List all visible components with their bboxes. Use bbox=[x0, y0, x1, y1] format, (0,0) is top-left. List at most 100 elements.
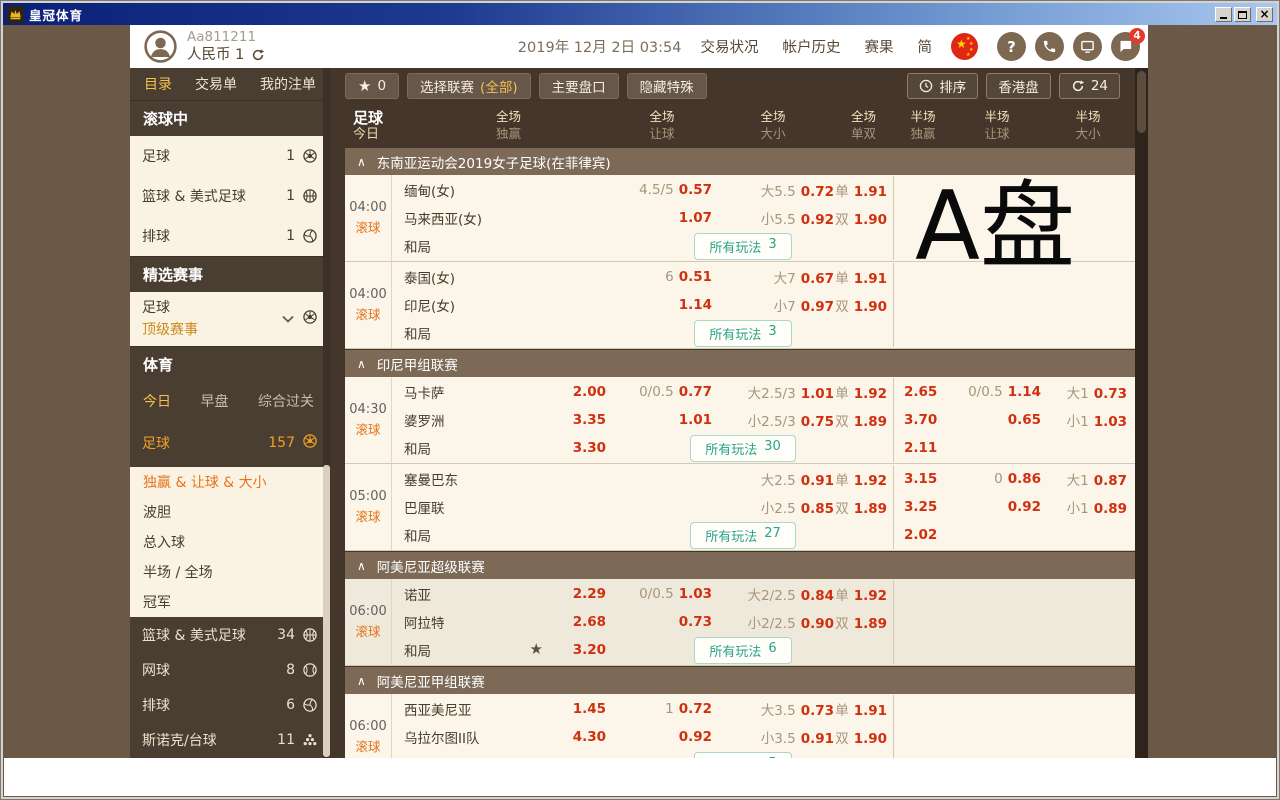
odds-fulltime-win[interactable]: 2.68 bbox=[557, 614, 612, 630]
sports-tab[interactable]: 今日 bbox=[143, 391, 171, 411]
odds-fulltime-oddeven[interactable]: 单1.91 bbox=[834, 180, 893, 200]
phone-icon[interactable] bbox=[1035, 32, 1064, 61]
odds-fulltime-overunder[interactable]: 小2.5/30.75 bbox=[712, 410, 834, 430]
header-nav-link[interactable]: 简 bbox=[918, 36, 933, 57]
odds-halftime-overunder[interactable]: 小11.03 bbox=[1041, 410, 1135, 430]
chat-icon[interactable]: 4 bbox=[1111, 32, 1140, 61]
sidebar-sport-item[interactable]: 网球8 bbox=[130, 652, 330, 687]
odds-fulltime-oddeven[interactable]: 单1.91 bbox=[834, 699, 893, 719]
sidebar-tab[interactable]: 交易单 bbox=[195, 74, 237, 94]
all-plays-button[interactable]: 所有玩法3 bbox=[694, 233, 791, 260]
sports-tab[interactable]: 综合过关 bbox=[258, 391, 314, 411]
odds-fulltime-overunder[interactable]: 大5.50.72 bbox=[712, 180, 834, 200]
collapse-icon[interactable]: ∧ bbox=[357, 674, 366, 688]
language-flag-icon[interactable]: ★ ★ ★ ★ ★ bbox=[951, 33, 978, 60]
odds-halftime-handicap[interactable]: 0/0.51.14 bbox=[953, 384, 1041, 400]
odds-fulltime-overunder[interactable]: 大2.50.91 bbox=[712, 469, 834, 489]
collapse-icon[interactable]: ∧ bbox=[357, 155, 366, 169]
all-plays-button[interactable]: 所有玩法3 bbox=[694, 320, 791, 347]
odds-fulltime-handicap[interactable]: 4.5/50.57 bbox=[612, 182, 712, 198]
odds-fulltime-handicap[interactable]: 1.07 bbox=[612, 210, 712, 226]
odds-halftime-win[interactable]: 3.25 bbox=[893, 493, 953, 521]
odds-fulltime-overunder[interactable]: 大70.67 bbox=[712, 267, 834, 287]
odds-fulltime-handicap[interactable]: 0/0.51.03 bbox=[612, 586, 712, 602]
sidebar-sport-item[interactable]: 篮球 & 美式足球34 bbox=[130, 617, 330, 652]
all-plays-button[interactable]: 所有玩法30 bbox=[690, 435, 796, 462]
odds-fulltime-overunder[interactable]: 小3.50.91 bbox=[712, 727, 834, 747]
odds-fulltime-handicap[interactable]: 10.72 bbox=[612, 701, 712, 717]
header-nav-link[interactable]: 帐户历史 bbox=[783, 36, 841, 57]
odds-fulltime-overunder[interactable]: 大3.50.73 bbox=[712, 699, 834, 719]
odds-halftime-win[interactable]: 3.15 bbox=[893, 465, 953, 493]
sidebar-scrollbar-thumb[interactable] bbox=[323, 465, 330, 757]
sidebar-sport-item[interactable]: 斯诺克/台球11 bbox=[130, 722, 330, 757]
odds-fulltime-oddeven[interactable]: 双1.90 bbox=[834, 295, 893, 315]
odds-halftime-handicap[interactable]: 0.65 bbox=[953, 412, 1041, 428]
league-header[interactable]: ∧阿美尼亚甲组联赛 bbox=[345, 667, 1135, 694]
odds-fulltime-oddeven[interactable]: 单1.92 bbox=[834, 584, 893, 604]
featured-league-item[interactable]: 足球 顶级赛事 bbox=[130, 292, 330, 346]
sort-button[interactable]: 排序 bbox=[907, 73, 978, 99]
odds-halftime-win[interactable]: 3.70 bbox=[893, 406, 953, 434]
odds-fulltime-overunder[interactable]: 小5.50.92 bbox=[712, 208, 834, 228]
odds-fulltime-win[interactable]: 2.29 bbox=[557, 586, 612, 602]
header-nav-link[interactable]: 赛果 bbox=[865, 36, 894, 57]
odds-fulltime-handicap[interactable]: 1.01 bbox=[612, 412, 712, 428]
odds-fulltime-oddeven[interactable]: 双1.90 bbox=[834, 208, 893, 228]
board-scrollbar-thumb[interactable] bbox=[1137, 71, 1146, 133]
odds-fulltime-oddeven[interactable]: 单1.92 bbox=[834, 382, 893, 402]
bet-type-item[interactable]: 半场 / 全场 bbox=[130, 557, 330, 587]
odds-halftime-overunder[interactable]: 大10.87 bbox=[1041, 469, 1135, 489]
collapse-icon[interactable]: ∧ bbox=[357, 357, 366, 371]
odds-fulltime-oddeven[interactable]: 单1.91 bbox=[834, 267, 893, 287]
odds-fulltime-handicap[interactable]: 1.14 bbox=[612, 297, 712, 313]
odds-fulltime-win[interactable]: 1.45 bbox=[557, 701, 612, 717]
sidebar-tab[interactable]: 目录 bbox=[144, 74, 172, 94]
avatar[interactable] bbox=[143, 29, 178, 64]
live-sport-item[interactable]: 排球1 bbox=[130, 216, 330, 256]
bet-type-item[interactable]: 冠军 bbox=[130, 587, 330, 617]
sidebar-item-football[interactable]: 足球 157 bbox=[130, 419, 330, 467]
header-nav-link[interactable]: 交易状况 bbox=[701, 36, 759, 57]
league-header[interactable]: ∧阿美尼亚超级联赛 bbox=[345, 552, 1135, 579]
sidebar-tab[interactable]: 我的注单 bbox=[260, 74, 316, 94]
bet-type-item[interactable]: 独赢 & 让球 & 大小 bbox=[130, 467, 330, 497]
odds-fulltime-win[interactable]: 2.00 bbox=[557, 384, 612, 400]
odds-fulltime-handicap[interactable]: 60.51 bbox=[612, 269, 712, 285]
odds-fulltime-handicap[interactable]: 0.92 bbox=[612, 729, 712, 745]
bet-type-item[interactable]: 波胆 bbox=[130, 497, 330, 527]
odds-halftime-handicap[interactable]: 0.92 bbox=[953, 499, 1041, 515]
bet-type-item[interactable]: 总入球 bbox=[130, 527, 330, 557]
odds-fulltime-oddeven[interactable]: 单1.92 bbox=[834, 469, 893, 489]
league-header[interactable]: ∧东南亚运动会2019女子足球(在菲律宾) bbox=[345, 148, 1135, 175]
odds-halftime-draw[interactable]: 2.02 bbox=[893, 521, 953, 549]
sidebar-sport-item[interactable]: 排球6 bbox=[130, 687, 330, 722]
odds-halftime-overunder[interactable]: 小10.89 bbox=[1041, 497, 1135, 517]
odds-fulltime-draw[interactable]: 3.20 bbox=[557, 642, 612, 658]
help-icon[interactable]: ? bbox=[997, 32, 1026, 61]
odds-fulltime-oddeven[interactable]: 双1.89 bbox=[834, 410, 893, 430]
refresh-button[interactable]: 24 bbox=[1059, 73, 1120, 99]
odds-fulltime-overunder[interactable]: 大2/2.50.84 bbox=[712, 584, 834, 604]
odds-fulltime-draw[interactable]: 4.40 bbox=[557, 757, 612, 758]
odds-halftime-win[interactable]: 2.65 bbox=[893, 378, 953, 406]
minimize-button[interactable] bbox=[1215, 7, 1232, 22]
refresh-balance-icon[interactable] bbox=[251, 48, 265, 62]
close-button[interactable]: × bbox=[1256, 7, 1273, 22]
odds-halftime-overunder[interactable]: 大10.73 bbox=[1041, 382, 1135, 402]
hide-special-button[interactable]: 隐藏特殊 bbox=[627, 73, 707, 99]
odds-fulltime-overunder[interactable]: 小70.97 bbox=[712, 295, 834, 315]
odds-fulltime-win[interactable]: 4.30 bbox=[557, 729, 612, 745]
odds-fulltime-oddeven[interactable]: 双1.90 bbox=[834, 727, 893, 747]
odds-fulltime-handicap[interactable]: 0.73 bbox=[612, 614, 712, 630]
sports-tab[interactable]: 早盘 bbox=[201, 391, 229, 411]
live-sport-item[interactable]: 篮球 & 美式足球1 bbox=[130, 176, 330, 216]
collapse-icon[interactable]: ∧ bbox=[357, 559, 366, 573]
odds-fulltime-win[interactable]: 3.35 bbox=[557, 412, 612, 428]
odds-fulltime-oddeven[interactable]: 双1.89 bbox=[834, 497, 893, 517]
league-header[interactable]: ∧印尼甲组联赛 bbox=[345, 350, 1135, 377]
favorites-button[interactable]: ★ 0 bbox=[345, 73, 399, 99]
odds-fulltime-overunder[interactable]: 小2/2.50.90 bbox=[712, 612, 834, 632]
maximize-button[interactable] bbox=[1234, 7, 1251, 22]
odds-halftime-draw[interactable]: 2.11 bbox=[893, 434, 953, 462]
